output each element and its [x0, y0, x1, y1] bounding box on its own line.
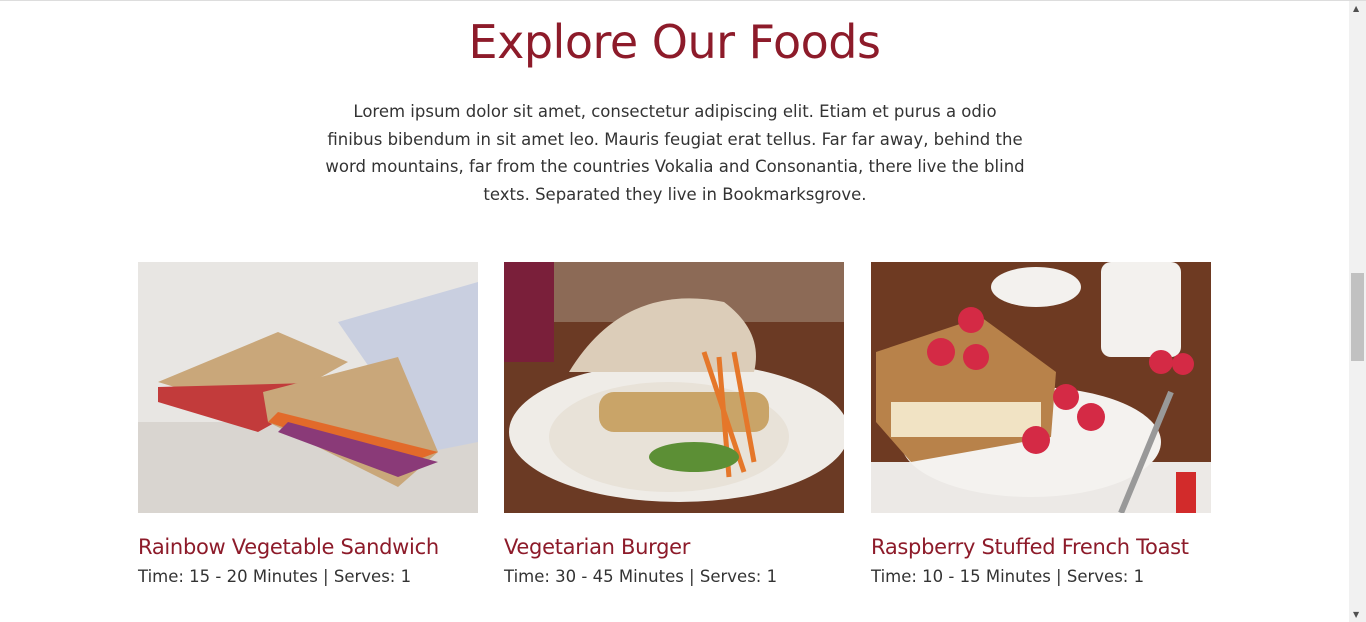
vertical-scrollbar[interactable]: ▲ ▼	[1349, 1, 1366, 622]
food-meta: Time: 15 - 20 Minutes | Serves: 1	[138, 567, 412, 586]
food-meta: Time: 30 - 45 Minutes | Serves: 1	[504, 567, 778, 586]
section-intro: Lorem ipsum dolor sit amet, consectetur …	[325, 102, 1025, 204]
scrollbar-thumb[interactable]	[1351, 273, 1364, 361]
food-card[interactable]: Rainbow Vegetable Sandwich Time: 15 - 20…	[138, 262, 478, 586]
scroll-up-icon[interactable]: ▲	[1353, 4, 1359, 13]
french-toast-image[interactable]	[871, 262, 1211, 513]
scroll-down-icon[interactable]: ▼	[1353, 610, 1359, 619]
food-name[interactable]: Vegetarian Burger	[504, 535, 844, 559]
food-name[interactable]: Raspberry Stuffed French Toast	[871, 535, 1211, 559]
burger-image[interactable]	[504, 262, 844, 513]
section-title: Explore Our Foods	[468, 15, 881, 69]
food-card[interactable]: Raspberry Stuffed French Toast Time: 10 …	[871, 262, 1211, 586]
sandwich-image[interactable]	[138, 262, 478, 513]
food-name[interactable]: Rainbow Vegetable Sandwich	[138, 535, 478, 559]
food-meta: Time: 10 - 15 Minutes | Serves: 1	[871, 567, 1145, 586]
food-card[interactable]: Vegetarian Burger Time: 30 - 45 Minutes …	[504, 262, 844, 586]
